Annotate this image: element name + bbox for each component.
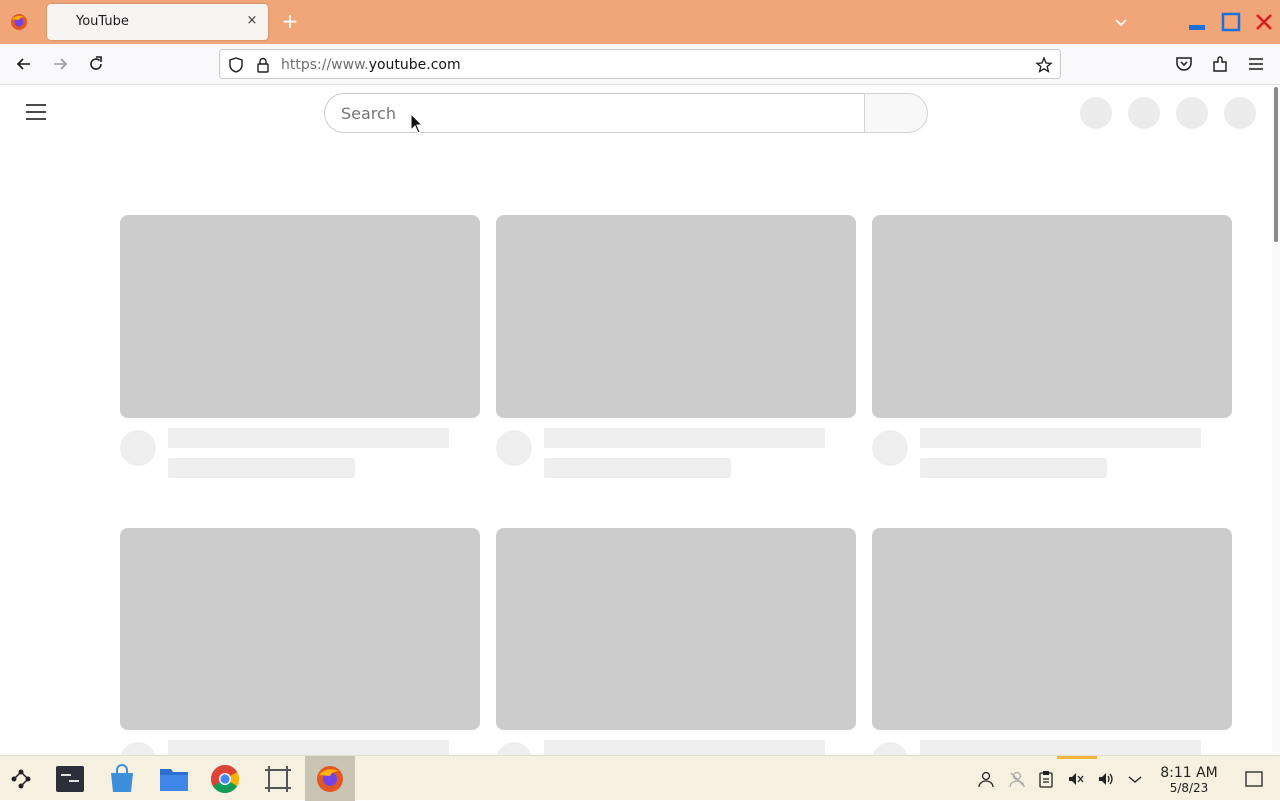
close-window-icon[interactable] — [1253, 11, 1275, 33]
mouse-cursor-icon — [410, 113, 424, 134]
app-menu-icon[interactable] — [1246, 54, 1266, 74]
terminal-icon[interactable] — [55, 764, 85, 794]
chevron-up-icon[interactable] — [1126, 770, 1144, 788]
avatar-placeholder — [1224, 97, 1256, 129]
video-thumbnail-placeholder — [120, 215, 480, 418]
new-tab-button[interactable]: + — [280, 11, 300, 32]
video-thumbnail-placeholder — [872, 215, 1232, 418]
title-placeholder — [168, 428, 449, 448]
meta-placeholder — [920, 458, 1107, 478]
minimize-icon[interactable] — [1186, 11, 1208, 33]
clock-time[interactable]: 8:11 AM — [1156, 765, 1222, 781]
video-thumbnail-placeholder — [120, 528, 480, 730]
title-placeholder — [544, 740, 825, 755]
tab-close-icon[interactable]: × — [244, 13, 260, 29]
firefox-icon[interactable] — [315, 764, 345, 794]
app-launcher-icon[interactable] — [6, 764, 36, 794]
shield-icon[interactable] — [227, 56, 245, 74]
search-input[interactable]: Search — [324, 93, 865, 133]
clock-date[interactable]: 5/8/23 — [1156, 781, 1222, 795]
maximize-icon[interactable] — [1220, 11, 1242, 33]
reload-icon[interactable] — [86, 54, 106, 74]
header-icon-placeholder — [1080, 97, 1112, 129]
bookmark-star-icon[interactable] — [1035, 56, 1053, 74]
tab-title: YouTube — [76, 14, 129, 29]
youtube-page: Search — [0, 85, 1272, 755]
taskbar: 8:11 AM 5/8/23 — [0, 755, 1280, 801]
title-placeholder — [544, 428, 825, 448]
title-placeholder — [920, 428, 1201, 448]
channel-avatar-placeholder — [496, 742, 532, 755]
mute-icon[interactable] — [1067, 770, 1085, 788]
clipboard-icon[interactable] — [1037, 770, 1055, 788]
firefox-icon[interactable] — [9, 12, 29, 32]
meta-placeholder — [544, 458, 731, 478]
show-desktop-icon[interactable] — [1245, 770, 1263, 788]
page-scrollbar[interactable] — [1272, 85, 1280, 755]
forward-icon[interactable] — [50, 54, 70, 74]
volume-icon[interactable] — [1097, 770, 1115, 788]
store-icon[interactable] — [107, 764, 137, 794]
search-button[interactable] — [864, 93, 928, 133]
navigation-toolbar: https://www.youtube.com — [0, 44, 1280, 85]
channel-avatar-placeholder — [872, 430, 908, 466]
video-thumbnail-placeholder — [872, 528, 1232, 730]
tray-activity-indicator — [1057, 756, 1097, 759]
back-icon[interactable] — [14, 54, 34, 74]
header-icon-placeholder — [1128, 97, 1160, 129]
file-manager-icon[interactable] — [159, 764, 189, 794]
search-placeholder: Search — [341, 104, 396, 123]
lock-icon[interactable] — [254, 56, 272, 74]
channel-avatar-placeholder — [872, 742, 908, 755]
title-placeholder — [920, 740, 1201, 755]
header-icon-placeholder — [1176, 97, 1208, 129]
title-placeholder — [168, 740, 449, 755]
window-titlebar: YouTube × + — [0, 0, 1280, 44]
tab-youtube[interactable]: YouTube × — [47, 4, 268, 40]
channel-avatar-placeholder — [120, 742, 156, 755]
pocket-icon[interactable] — [1174, 54, 1194, 74]
user-icon[interactable] — [977, 770, 995, 788]
channel-avatar-placeholder — [120, 430, 156, 466]
extensions-icon[interactable] — [1210, 54, 1230, 74]
scrollbar-thumb[interactable] — [1274, 87, 1278, 242]
chrome-icon[interactable] — [210, 764, 240, 794]
url-bar[interactable]: https://www.youtube.com — [219, 49, 1061, 79]
video-thumbnail-placeholder — [496, 528, 856, 730]
guide-menu-icon[interactable] — [26, 104, 46, 120]
network-icon[interactable] — [1008, 770, 1026, 788]
url-text[interactable]: https://www.youtube.com — [281, 57, 461, 73]
channel-avatar-placeholder — [496, 430, 532, 466]
chevron-down-icon[interactable] — [1112, 13, 1130, 31]
meta-placeholder — [168, 458, 355, 478]
screenshot-tool-icon[interactable] — [263, 764, 293, 794]
video-thumbnail-placeholder — [496, 215, 856, 418]
